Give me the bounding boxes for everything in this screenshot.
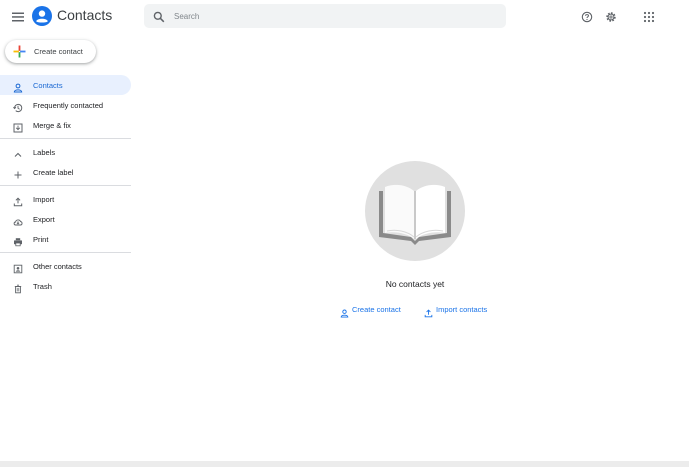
trash-icon (13, 281, 23, 294)
sidebar-item-print[interactable]: Print (0, 229, 131, 249)
contacts-app: Contacts Search Create contact Contacts … (0, 0, 689, 467)
sidebar-item-other-contacts[interactable]: Other contacts (0, 256, 131, 276)
settings-gear-icon[interactable] (605, 10, 617, 22)
add-person-icon (340, 305, 349, 318)
sidebar-item-label: Import (33, 195, 55, 204)
contacts-logo-icon[interactable] (32, 6, 52, 26)
sidebar-item-create-label[interactable]: Create label (0, 162, 131, 182)
search-input[interactable] (174, 7, 494, 25)
sidebar-item-contacts[interactable]: Contacts (0, 75, 131, 95)
sidebar-item-label: Export (33, 215, 55, 224)
colored-plus-icon (13, 45, 26, 58)
sidebar-item-label: Print (33, 235, 49, 244)
sidebar-item-merge-fix[interactable]: Merge & fix (0, 115, 131, 135)
cloud-download-icon (13, 214, 23, 226)
create-contact-label: Create contact (34, 47, 83, 56)
window-bottom-edge (0, 461, 689, 467)
app-title: Contacts (57, 7, 113, 23)
create-contact-button[interactable]: Create contact (5, 40, 96, 63)
sidebar-item-label: Merge & fix (33, 121, 71, 130)
person-icon (13, 80, 23, 93)
merge-icon (13, 120, 23, 133)
other-contacts-icon (13, 261, 23, 274)
search-bar[interactable] (144, 4, 506, 28)
empty-create-contact-label: Create contact (352, 305, 401, 314)
chevron-up-icon (13, 147, 23, 157)
printer-icon (13, 234, 23, 247)
main-menu-icon[interactable] (10, 9, 26, 25)
plus-icon (13, 167, 23, 179)
sidebar: Contacts Frequently contacted Merge & fi… (0, 75, 131, 296)
top-bar: Contacts (0, 0, 689, 34)
divider (0, 185, 131, 186)
import-contacts-label: Import contacts (436, 305, 488, 314)
empty-state-message: No contacts yet (385, 279, 445, 289)
divider (0, 252, 131, 253)
upload-icon (13, 194, 23, 207)
help-icon[interactable] (581, 10, 593, 23)
sidebar-item-label: Trash (33, 282, 52, 291)
empty-create-contact-button[interactable]: Create contact (340, 303, 406, 318)
sidebar-item-label: Other contacts (33, 262, 82, 271)
sidebar-item-labels[interactable]: Labels (0, 142, 131, 162)
search-icon[interactable] (153, 10, 165, 23)
sidebar-item-label: Labels (33, 148, 56, 157)
sidebar-item-import[interactable]: Import (0, 189, 131, 209)
import-contacts-button[interactable]: Import contacts (424, 303, 494, 318)
sidebar-item-label: Frequently contacted (33, 101, 104, 110)
empty-state-illustration (365, 161, 465, 261)
apps-grid-icon[interactable] (643, 10, 655, 23)
sidebar-item-trash[interactable]: Trash (0, 276, 131, 296)
divider (0, 138, 131, 139)
sidebar-item-export[interactable]: Export (0, 209, 131, 229)
sidebar-item-frequently-contacted[interactable]: Frequently contacted (0, 95, 131, 115)
open-book-icon (379, 184, 451, 245)
sidebar-item-label: Create label (33, 168, 74, 177)
history-icon (13, 100, 23, 113)
upload-icon (424, 305, 433, 318)
sidebar-item-label: Contacts (33, 81, 63, 90)
